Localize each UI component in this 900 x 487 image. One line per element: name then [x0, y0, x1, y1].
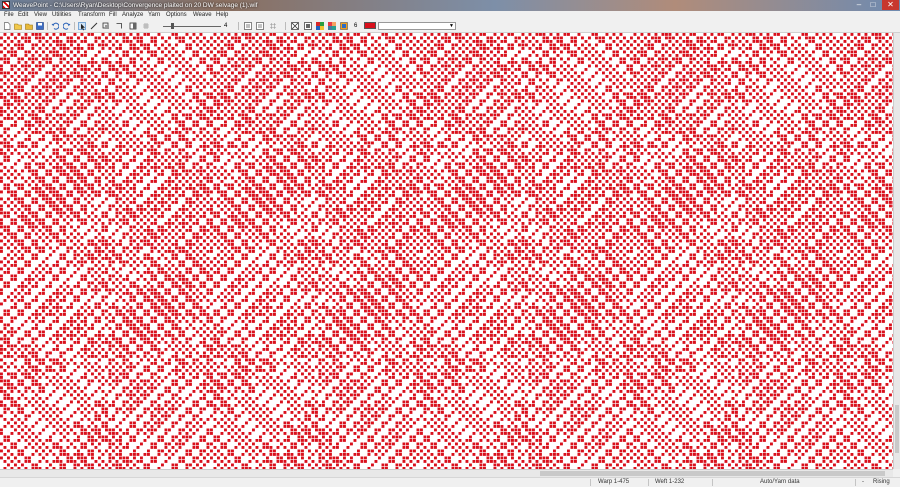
- menu-fill[interactable]: Fill: [109, 11, 117, 20]
- toolbar-separator: [238, 22, 239, 30]
- menu-transform[interactable]: Transform: [78, 11, 105, 20]
- close-button[interactable]: ✕: [882, 0, 899, 10]
- menu-weave[interactable]: Weave: [193, 11, 212, 20]
- menu-bar: File Edit View Utilities Transform Fill …: [0, 11, 900, 20]
- interlacement-view-icon[interactable]: [304, 22, 312, 30]
- vertical-scrollbar[interactable]: [893, 33, 900, 469]
- toolbar-separator: [47, 22, 48, 30]
- status-separator: [590, 479, 591, 486]
- save-icon[interactable]: [36, 22, 44, 30]
- status-bar: Warp 1-475 Weft 1-232 Auto/Yarn data - R…: [0, 477, 900, 487]
- title-bar: WeavePoint - C:\Users\Ryan\Desktop\Conve…: [0, 0, 900, 11]
- window-title: WeavePoint - C:\Users\Ryan\Desktop\Conve…: [13, 2, 258, 9]
- menu-utilities[interactable]: Utilities: [52, 11, 71, 20]
- status-separator: [648, 479, 649, 486]
- toolbar-separator: [285, 22, 286, 30]
- view-threading-icon[interactable]: [244, 22, 252, 30]
- redo-icon[interactable]: [62, 22, 71, 30]
- status-separator: [712, 479, 713, 486]
- zoom-slider-thumb[interactable]: [171, 23, 174, 29]
- menu-options[interactable]: Options: [166, 11, 187, 20]
- fill-area-icon[interactable]: [102, 22, 110, 30]
- open-file-icon[interactable]: [14, 22, 22, 30]
- zoom-value: 4: [224, 23, 228, 29]
- copy-area-icon[interactable]: [129, 22, 137, 30]
- view-treadling-icon[interactable]: [256, 22, 264, 30]
- open-folder-icon[interactable]: [25, 22, 33, 30]
- fabric-view-icon[interactable]: [328, 22, 336, 30]
- grid-icon[interactable]: [142, 22, 150, 30]
- undo-icon[interactable]: [51, 22, 60, 30]
- color-number: 6: [354, 23, 358, 29]
- menu-file[interactable]: File: [4, 11, 14, 20]
- chevron-down-icon[interactable]: ▼: [449, 23, 454, 29]
- select-pointer-icon[interactable]: [78, 22, 86, 31]
- drawdown-view-icon[interactable]: [291, 22, 299, 30]
- draw-line-icon[interactable]: [90, 22, 98, 30]
- app-icon: [2, 1, 10, 9]
- palette-icon[interactable]: [340, 22, 348, 30]
- zoom-slider[interactable]: [163, 22, 221, 30]
- menu-yarn[interactable]: Yarn: [148, 11, 160, 20]
- view-tieup-icon[interactable]: [269, 22, 277, 30]
- menu-help[interactable]: Help: [216, 11, 228, 20]
- color-view-icon[interactable]: [316, 22, 324, 30]
- drawdown-grid[interactable]: [0, 33, 893, 469]
- minimize-button[interactable]: –: [852, 0, 866, 10]
- status-shed-mode: Rising: [873, 479, 890, 485]
- status-separator: [855, 479, 856, 486]
- maximize-button[interactable]: □: [866, 0, 880, 10]
- menu-view[interactable]: View: [34, 11, 47, 20]
- status-data-mode: Auto/Yarn data: [760, 479, 800, 485]
- menu-edit[interactable]: Edit: [18, 11, 28, 20]
- toolbar-separator: [74, 22, 75, 30]
- vertical-scroll-thumb[interactable]: [895, 405, 899, 453]
- horizontal-scrollbar[interactable]: [0, 469, 893, 477]
- toolbar: 4 6 ▼: [0, 20, 900, 33]
- new-file-icon[interactable]: [3, 22, 11, 30]
- yarn-combo[interactable]: ▼: [378, 22, 456, 30]
- status-warp-range: Warp 1-475: [598, 479, 630, 485]
- menu-analyze[interactable]: Analyze: [122, 11, 143, 20]
- horizontal-scroll-thumb[interactable]: [540, 471, 885, 476]
- status-weft-range: Weft 1-232: [655, 479, 685, 485]
- active-color-swatch[interactable]: [364, 22, 376, 29]
- drawdown-area[interactable]: [0, 33, 893, 469]
- rectangle-select-icon[interactable]: [115, 22, 123, 30]
- status-dash: -: [862, 479, 864, 485]
